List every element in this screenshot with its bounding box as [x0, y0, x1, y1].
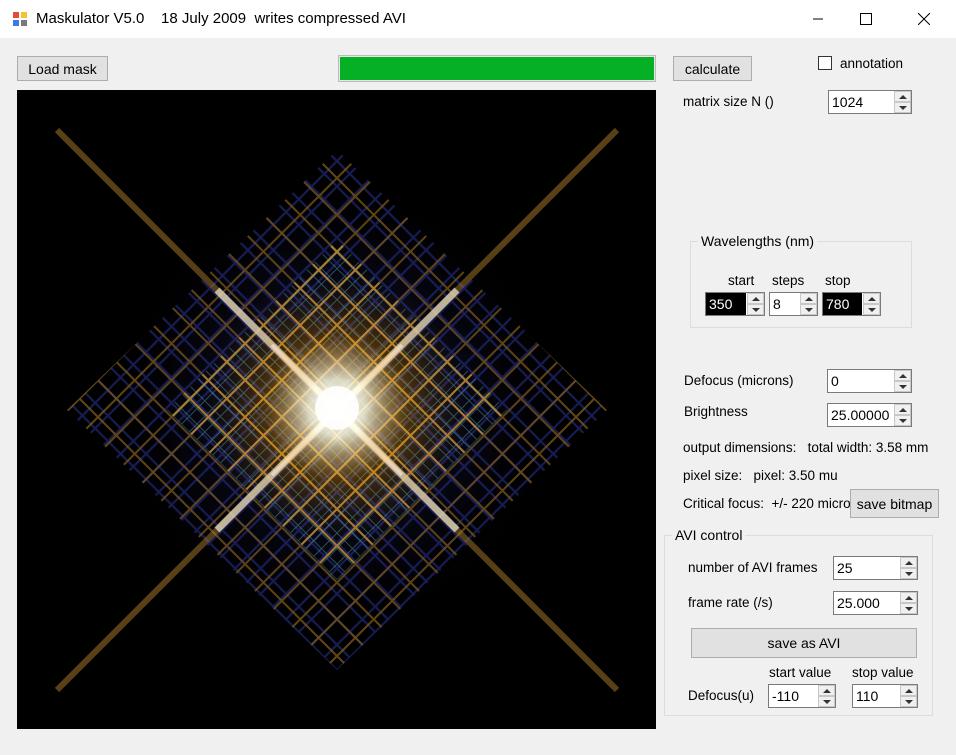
avi-defocus-label: Defocus(u)	[688, 688, 755, 703]
wavelength-steps-input[interactable]: 8	[769, 292, 818, 316]
brightness-label: Brightness	[684, 404, 748, 419]
defocus-input[interactable]: 0	[827, 369, 912, 393]
brightness-up-icon[interactable]	[894, 404, 911, 415]
wavelength-start-up-icon[interactable]	[747, 293, 764, 304]
frame-rate-down-icon[interactable]	[900, 603, 917, 614]
avi-frames-label: number of AVI frames	[688, 560, 818, 575]
avi-start-value: -110	[772, 688, 799, 704]
brightness-input[interactable]: 25.00000	[827, 403, 912, 427]
calculate-label: calculate	[684, 60, 741, 77]
wavelength-steps-down-icon[interactable]	[800, 304, 817, 315]
frame-rate-up-icon[interactable]	[900, 592, 917, 603]
avi-stop-up-icon[interactable]	[900, 685, 917, 696]
save-as-avi-label: save as AVI	[767, 635, 841, 651]
avi-frames-input[interactable]: 25	[833, 556, 918, 580]
matrix-size-value: 1024	[832, 94, 864, 110]
wavelength-start-label: start	[728, 273, 755, 288]
frame-rate-input[interactable]: 25.000	[833, 591, 918, 615]
title-bar: Maskulator V5.0 18 July 2009 writes comp…	[0, 0, 956, 38]
wavelength-stop-value: 780	[823, 293, 862, 315]
avi-frames-up-icon[interactable]	[900, 557, 917, 568]
avi-frames-down-icon[interactable]	[900, 568, 917, 579]
wavelength-steps-label: steps	[772, 273, 805, 288]
minimize-button[interactable]	[795, 0, 841, 38]
wavelength-stop-label: stop	[825, 273, 851, 288]
wavelength-start-input[interactable]: 350	[705, 292, 765, 316]
avi-stop-down-icon[interactable]	[900, 696, 917, 707]
defocus-down-icon[interactable]	[894, 381, 911, 392]
defocus-up-icon[interactable]	[894, 370, 911, 381]
frame-rate-value: 25.000	[837, 595, 880, 611]
matrix-size-up-icon[interactable]	[894, 91, 911, 102]
wavelengths-title: Wavelengths (nm)	[698, 233, 818, 249]
defocus-value: 0	[831, 373, 839, 389]
progress-fill	[340, 57, 654, 80]
wavelength-steps-value: 8	[773, 296, 781, 312]
load-mask-label: Load mask	[28, 60, 97, 77]
avi-control-title: AVI control	[672, 527, 746, 543]
output-dimensions-text: output dimensions: total width: 3.58 mm	[683, 440, 929, 455]
avi-start-down-icon[interactable]	[818, 696, 835, 707]
avi-stop-value-input[interactable]: 110	[852, 684, 918, 708]
pixel-size-text: pixel size: pixel: 3.50 mu	[683, 468, 838, 483]
maximize-button[interactable]	[843, 0, 889, 38]
calculate-button[interactable]: calculate	[673, 56, 752, 81]
save-bitmap-button[interactable]: save bitmap	[850, 489, 939, 518]
frame-rate-label: frame rate (/s)	[688, 595, 773, 610]
brightness-value: 25.00000	[831, 407, 890, 423]
avi-start-value-label: start value	[769, 665, 832, 680]
avi-start-value-input[interactable]: -110	[768, 684, 836, 708]
wavelength-start-value: 350	[706, 293, 746, 315]
matrix-size-input[interactable]: 1024	[828, 90, 912, 114]
avi-start-up-icon[interactable]	[818, 685, 835, 696]
diffraction-pattern	[54, 127, 620, 693]
avi-stop-value: 110	[856, 688, 879, 704]
load-mask-button[interactable]: Load mask	[17, 56, 108, 81]
critical-focus-text: Critical focus: +/- 220 micro	[683, 496, 851, 511]
wavelength-stop-down-icon[interactable]	[863, 304, 880, 315]
matrix-size-label: matrix size N ()	[683, 94, 774, 109]
app-icon	[12, 11, 28, 27]
close-icon	[918, 13, 930, 25]
avi-stop-value-label: stop value	[852, 665, 914, 680]
maximize-icon	[860, 13, 872, 25]
minimize-icon	[813, 18, 823, 20]
avi-frames-value: 25	[837, 560, 853, 576]
wavelength-stop-up-icon[interactable]	[863, 293, 880, 304]
brightness-down-icon[interactable]	[894, 415, 911, 426]
window-title: Maskulator V5.0 18 July 2009 writes comp…	[36, 10, 406, 27]
matrix-size-down-icon[interactable]	[894, 102, 911, 113]
diffraction-image	[17, 90, 656, 729]
close-button[interactable]	[901, 0, 947, 38]
save-as-avi-button[interactable]: save as AVI	[691, 628, 917, 658]
wavelength-steps-up-icon[interactable]	[800, 293, 817, 304]
progress-bar	[338, 55, 656, 82]
annotation-checkbox[interactable]	[818, 56, 832, 70]
save-bitmap-label: save bitmap	[856, 495, 933, 512]
wavelength-stop-input[interactable]: 780	[822, 292, 881, 316]
defocus-label: Defocus (microns)	[684, 373, 794, 388]
wavelength-start-down-icon[interactable]	[747, 304, 764, 315]
annotation-label: annotation	[840, 56, 904, 71]
